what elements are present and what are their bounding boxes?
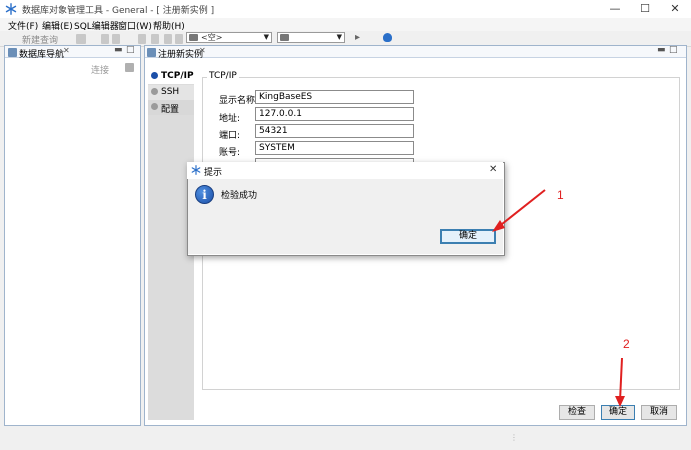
annotation-arrow-2 — [615, 357, 625, 407]
annotation-layer — [492, 189, 625, 407]
status-bar — [0, 430, 691, 450]
annotation-number-2: 2 — [623, 337, 630, 351]
annotation-arrow-1 — [492, 189, 546, 232]
status-separator: ⋮ — [510, 433, 518, 442]
annotation-number-1: 1 — [557, 188, 564, 202]
